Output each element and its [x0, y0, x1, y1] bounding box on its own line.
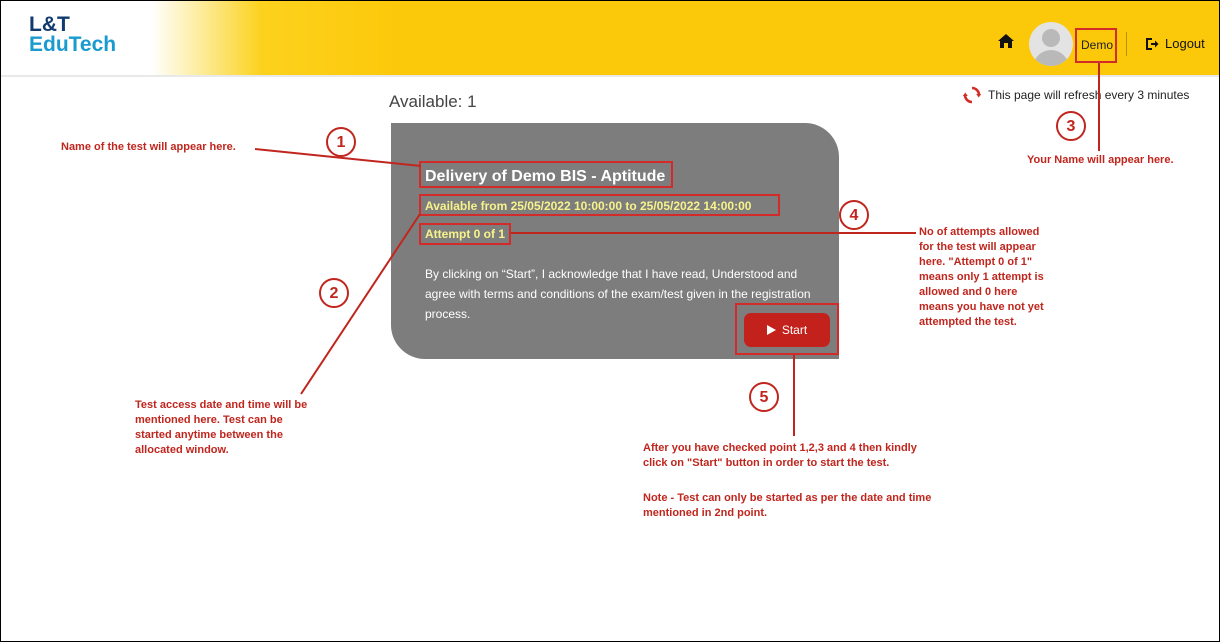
note-access-date: Test access date and time will be mentio…	[135, 399, 308, 456]
highlight-availability	[419, 194, 780, 216]
logo-line-1: L&T	[29, 13, 70, 36]
available-count: Available: 1	[389, 92, 477, 111]
brand-logo[interactable]: L&T EduTech	[29, 13, 117, 56]
page-frame: L&T EduTech Demo Logout Available: 1 Thi…	[0, 0, 1220, 642]
refresh-icon	[962, 86, 982, 104]
refresh-notice: This page will refresh every 3 minutes	[962, 85, 1189, 105]
logout-button[interactable]: Logout	[1145, 36, 1205, 51]
logo-line-2: EduTech	[29, 33, 117, 56]
header-divider	[1126, 32, 1127, 56]
annotation-marker-4: 4	[839, 200, 869, 230]
note-test-name: Name of the test will appear here.	[61, 141, 236, 153]
note-username: Your Name will appear here.	[1027, 154, 1174, 166]
refresh-text: This page will refresh every 3 minutes	[988, 88, 1190, 102]
annotation-marker-5: 5	[749, 382, 779, 412]
note-attempts: No of attempts allowed for the test will…	[919, 226, 1044, 328]
home-icon[interactable]	[998, 34, 1014, 48]
annotation-marker-1: 1	[326, 127, 356, 157]
highlight-username	[1075, 28, 1117, 63]
note-start-timing: Note - Test can only be started as per t…	[643, 492, 932, 519]
highlight-attempts	[419, 223, 511, 245]
highlight-start	[735, 303, 839, 355]
avatar[interactable]	[1029, 22, 1073, 66]
annotation-marker-3: 3	[1056, 111, 1086, 141]
avatar-head	[1042, 29, 1060, 47]
note-start: After you have checked point 1,2,3 and 4…	[643, 442, 917, 469]
logout-label: Logout	[1165, 36, 1205, 51]
highlight-test-title	[419, 161, 673, 188]
annotation-marker-2: 2	[319, 278, 349, 308]
avatar-body	[1033, 50, 1069, 66]
top-header: L&T EduTech Demo Logout	[1, 1, 1219, 77]
logout-icon	[1146, 37, 1159, 50]
